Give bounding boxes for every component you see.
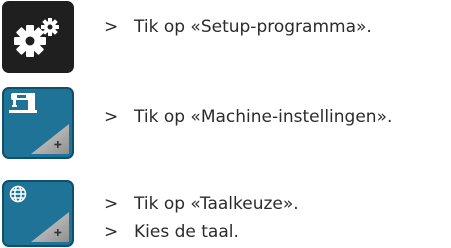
step-1: > Tik op «Setup-programma».	[104, 17, 372, 37]
step-bullet: >	[104, 194, 119, 214]
step-text: Kies de taal.	[134, 222, 239, 242]
step-bullet: >	[104, 17, 119, 37]
step-text: Tik op «Machine-instellingen».	[134, 107, 393, 127]
step-text: Tik op «Taalkeuze».	[134, 194, 299, 214]
gears-icon	[14, 18, 59, 57]
step-bullet: >	[104, 107, 119, 127]
sewing-machine-icon	[9, 93, 37, 113]
step-3: > Tik op «Taalkeuze».	[104, 194, 299, 214]
language-selection-button[interactable]	[2, 180, 74, 247]
globe-icon	[9, 185, 27, 203]
plus-icon	[31, 212, 69, 242]
plus-icon	[31, 124, 69, 154]
step-bullet: >	[104, 222, 119, 242]
step-2: > Tik op «Machine-instellingen».	[104, 107, 392, 127]
machine-settings-button[interactable]	[2, 87, 74, 159]
step-text: Tik op «Setup-programma».	[134, 17, 372, 37]
setup-program-button[interactable]	[2, 1, 74, 73]
step-4: > Kies de taal.	[104, 222, 239, 242]
